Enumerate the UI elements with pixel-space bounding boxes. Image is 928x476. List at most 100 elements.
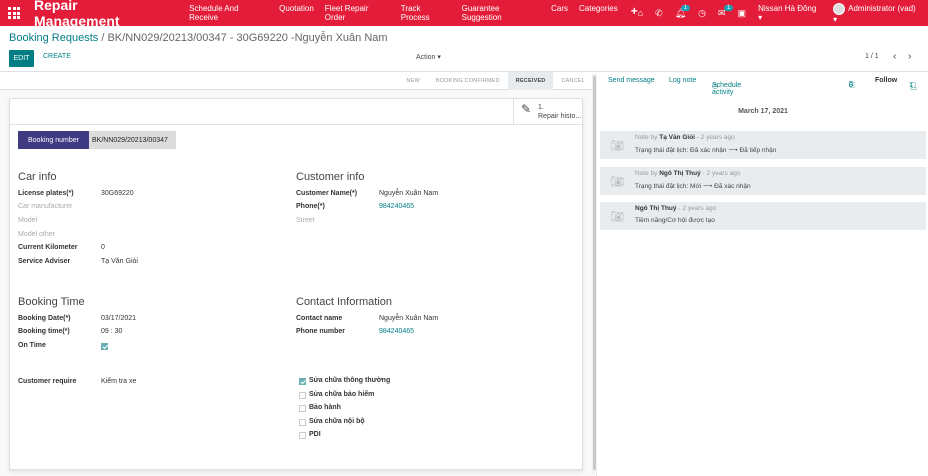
breadcrumb-parent[interactable]: Booking Requests (9, 32, 98, 44)
manufacturer-label: Car manufacturer (18, 203, 73, 210)
service-label: PDI (309, 431, 321, 438)
contact-name-value: Nguyễn Xuân Nam (379, 315, 439, 322)
app-brand[interactable]: Repair Management (8, 0, 165, 29)
booking-number-label: Booking number (18, 131, 89, 149)
avatar-placeholder-icon: 📷︎ (610, 211, 624, 223)
message-time: - 2 years ago (702, 170, 741, 177)
street-label: Street (296, 217, 315, 224)
booking-date-value: 03/17/2021 (101, 315, 137, 322)
message-author[interactable]: Tạ Văn Giỏi (659, 134, 695, 141)
log-note-button[interactable]: Log note (669, 77, 696, 84)
message-text: Trạng thái đặt lịch: Đã xác nhận ⟶ Đã ti… (635, 147, 777, 154)
apps-menu-icon[interactable] (8, 7, 20, 19)
user-name: Administrator (vad) (848, 3, 916, 13)
chatter-message: 📷︎ Note by Ngô Thị Thuý - 2 years ago Tr… (600, 167, 926, 195)
menu-item-quotation[interactable]: Quotation (279, 4, 314, 22)
clock-icon[interactable]: ◷ (698, 8, 706, 19)
pager-previous-icon[interactable]: ‹ (893, 51, 896, 62)
message-meta: Note by Ngô Thị Thuý - 2 years ago (635, 170, 741, 177)
service-checkbox[interactable] (299, 432, 306, 439)
service-label: Bảo hành (309, 404, 341, 411)
model-label: Model (18, 217, 38, 224)
bell-icon[interactable]: 🔔︎ 1 (675, 4, 691, 19)
button-box: ✎ 1. Repair histo... (10, 99, 584, 125)
repair-history-count: 1. (538, 104, 544, 111)
menu-item-cars[interactable]: Cars (551, 4, 568, 22)
systray: ⌂ ✆ 🔔︎ 1 ◷ ✉ 1 ▣ Nissan Hà Đông ▾ Administ… (638, 2, 920, 24)
gift-icon[interactable]: ▣ (738, 8, 747, 19)
booking-number-value: BK/NN029/20213/00347 (89, 131, 176, 149)
chatter-panel: Send message Log note ◷ Schedule activit… (598, 72, 928, 476)
stage-cancel[interactable]: CANCEL (553, 72, 593, 90)
message-meta: Ngô Thị Thuý - 2 years ago (635, 205, 716, 212)
contact-info-title: Contact Information (296, 296, 392, 308)
phone-value[interactable]: 984240465 (379, 203, 414, 210)
app-title: Repair Management (34, 0, 120, 29)
stage-list: NEW BOOKING CONFIRMED RECEIVED CANCEL (398, 72, 593, 90)
avatar (833, 2, 846, 15)
message-author[interactable]: Ngô Thị Thuý (635, 205, 677, 212)
service-checkbox[interactable] (299, 392, 306, 399)
action-dropdown[interactable]: Action ▾ (416, 53, 441, 61)
booking-time-title: Booking Time (18, 296, 85, 308)
customer-name-label: Customer Name(*) (296, 190, 358, 197)
form-sheet: ✎ 1. Repair histo... Booking number BK/N… (9, 98, 584, 470)
on-time-checkbox[interactable] (101, 343, 108, 350)
main-menu: Schedule And Receive Quotation Fleet Rep… (189, 4, 638, 22)
menu-item-schedule[interactable]: Schedule And Receive (189, 4, 268, 22)
chat-icon[interactable]: ✉ 1 (718, 4, 734, 19)
contact-phone-value[interactable]: 984240465 (379, 328, 414, 335)
license-label: License plates(*) (18, 190, 74, 197)
customer-require-value: Kiểm tra xe (101, 378, 137, 385)
service-checkbox[interactable] (299, 405, 306, 412)
message-author[interactable]: Ngô Thị Thuý (659, 170, 701, 177)
pager-next-icon[interactable]: › (908, 51, 911, 62)
create-button[interactable]: CREATE (43, 53, 71, 60)
message-prefix: Note by (635, 134, 658, 141)
adviser-label: Service Adviser (18, 258, 71, 265)
kilometer-label: Current Kilometer (18, 244, 78, 251)
follow-button[interactable]: Follow (875, 77, 897, 84)
send-message-button[interactable]: Send message (608, 77, 655, 84)
chatter-message: 📷︎ Ngô Thị Thuý - 2 years ago Tiềm năng/… (600, 202, 926, 230)
phone-icon[interactable]: ✆ (655, 8, 663, 19)
pager-value[interactable]: 1 / 1 (865, 53, 879, 60)
message-text: Tiềm năng/Cơ hội được tạo (635, 217, 715, 224)
menu-item-guarantee[interactable]: Guarantee Suggestion (462, 4, 541, 22)
breadcrumb-current: BK/NN029/20213/00347 - 30G69220 -Nguyễn … (107, 32, 388, 44)
stage-new[interactable]: NEW (398, 72, 427, 90)
menu-item-fleet-repair-order[interactable]: Fleet Repair Order (325, 4, 390, 22)
chat-badge: 1 (724, 4, 734, 11)
adviser-value[interactable]: Tạ Văn Giỏi (101, 258, 138, 265)
stage-received[interactable]: RECEIVED (507, 72, 554, 90)
menu-item-categories[interactable]: Categories (579, 4, 618, 22)
user-menu[interactable]: Administrator (vad) ▾ (833, 2, 920, 24)
company-switcher[interactable]: Nissan Hà Đông ▾ (758, 4, 821, 22)
form-view: NEW BOOKING CONFIRMED RECEIVED CANCEL ✎ … (0, 72, 597, 476)
message-meta: Note by Tạ Văn Giỏi - 2 years ago (635, 134, 735, 141)
booking-time-value: 09 : 30 (101, 328, 123, 335)
license-value: 30G69220 (101, 190, 134, 197)
car-info-title: Car info (18, 171, 57, 183)
attachment-count: 0 (849, 82, 853, 89)
kilometer-value: 0 (101, 244, 105, 251)
home-icon[interactable]: ⌂ (638, 8, 643, 18)
service-label: Sửa chữa thông thường (309, 377, 391, 384)
message-text: Trạng thái đặt lịch: Mới ⟶ Đã xác nhận (635, 183, 751, 190)
follower-count: 1 (909, 82, 913, 89)
breadcrumb-separator: / (101, 32, 105, 44)
repair-history-button[interactable]: ✎ 1. Repair histo... (513, 99, 584, 125)
menu-item-track-process[interactable]: Track Process (401, 4, 451, 22)
form-scrollbar[interactable] (592, 74, 597, 474)
stage-booking-confirmed[interactable]: BOOKING CONFIRMED (428, 72, 508, 90)
status-bar: NEW BOOKING CONFIRMED RECEIVED CANCEL (0, 72, 597, 90)
service-checkbox[interactable] (299, 419, 306, 426)
message-time: - 2 years ago (678, 205, 717, 212)
message-time: - 2 years ago (696, 134, 735, 141)
message-prefix: Note by (635, 170, 658, 177)
edit-button[interactable]: EDIT (9, 50, 34, 67)
service-checkbox[interactable] (299, 378, 306, 385)
control-panel: Booking Requests / BK/NN029/20213/00347 … (0, 26, 928, 72)
breadcrumb: Booking Requests / BK/NN029/20213/00347 … (9, 32, 388, 44)
plus-icon[interactable]: + (631, 4, 638, 22)
